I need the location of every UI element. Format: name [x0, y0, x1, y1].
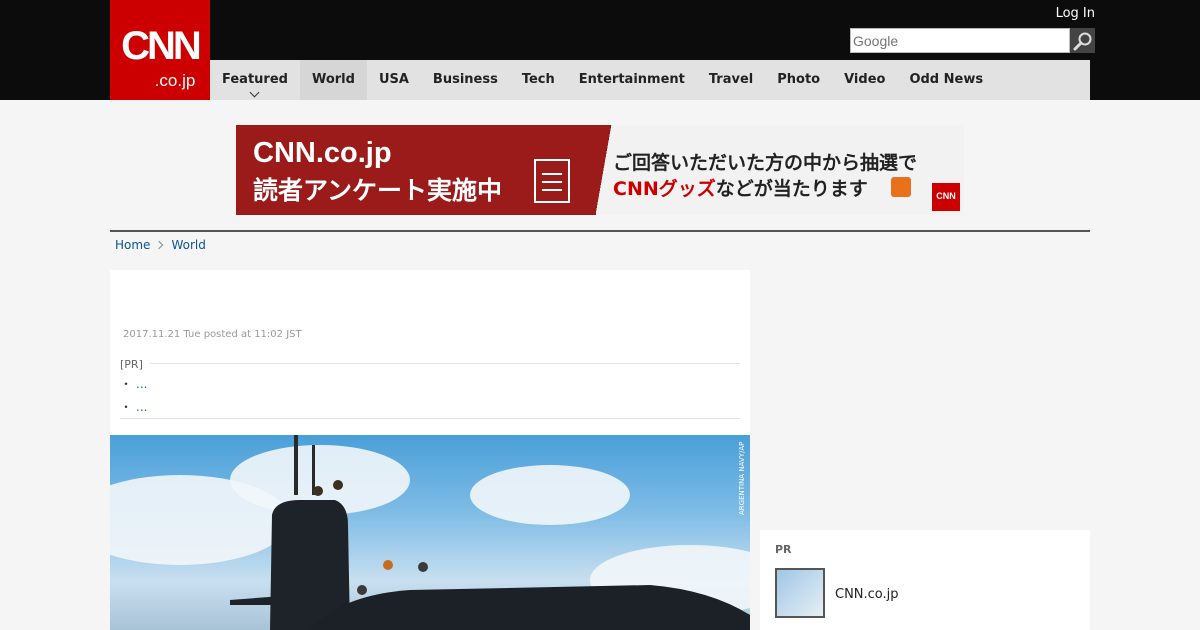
nav-item-label: Video [844, 72, 886, 87]
nav-item-usa[interactable]: USA [367, 60, 421, 100]
survey-ad-banner[interactable]: CNN.co.jp 読者アンケート実施中 ご回答いただいた方の中から抽選で CN… [236, 125, 964, 215]
sidebar-pr-box: PR CNN.co.jp [760, 530, 1090, 630]
banner-right-line2: CNNグッズなどが当たります [613, 174, 868, 201]
nav-item-label: Tech [521, 72, 555, 87]
bullet: ・ [120, 377, 133, 391]
banner-right-line1: ご回答いただいた方の中から抽選で [613, 152, 918, 174]
nav-item-world[interactable]: World [299, 60, 367, 100]
logo-sub-text: .co.jp [154, 71, 196, 90]
article-header-card: 2017.11.21 Tue posted at 11:02 JST [PR] … [110, 270, 750, 435]
gift-icon [891, 177, 911, 197]
pr-thumbnail-image[interactable] [775, 568, 825, 618]
nav-item-label: USA [378, 72, 409, 87]
bullet: ・ [120, 400, 133, 414]
search-button[interactable] [1070, 28, 1095, 53]
search-input[interactable] [850, 28, 1070, 53]
login-link[interactable]: Log In [1056, 6, 1095, 21]
section-divider [110, 230, 1090, 232]
pr-label: [PR] [120, 358, 143, 371]
sidebar-pr-label: PR [775, 543, 792, 556]
logo-main-text: CNN [121, 24, 202, 68]
nav-item-tech[interactable]: Tech [510, 60, 567, 100]
chevron-right-icon [155, 240, 164, 250]
nav-item-business[interactable]: Business [421, 60, 510, 100]
cnn-logo[interactable]: CNN .co.jp [110, 0, 210, 100]
nav-item-featured[interactable]: Featured [210, 60, 300, 100]
article-photo-submarine: ARGENTINA NAVY/AP [110, 435, 750, 630]
nav-item-entertainment[interactable]: Entertainment [567, 60, 697, 100]
pr-link-item: ・... [120, 375, 147, 392]
pr-link[interactable]: ... [136, 377, 147, 391]
breadcrumb-home[interactable]: Home [115, 238, 150, 252]
breadcrumb-current[interactable]: World [171, 238, 205, 252]
nav-item-label: Business [432, 72, 498, 87]
nav-item-label: World [311, 72, 355, 87]
nav-item-odd-news[interactable]: Odd News [897, 60, 995, 100]
nav-item-label: Entertainment [578, 72, 685, 87]
chevron-down-icon [249, 87, 260, 98]
nav-item-video[interactable]: Video [832, 60, 897, 100]
banner-left-panel: CNN.co.jp 読者アンケート実施中 [236, 125, 616, 215]
pr-link[interactable]: ... [136, 400, 147, 414]
sidebar-pr-link[interactable]: CNN.co.jp [835, 587, 899, 602]
card-divider [120, 418, 740, 419]
nav-item-travel[interactable]: Travel [697, 60, 765, 100]
pr-divider [150, 363, 740, 364]
nav-item-label: Featured [222, 72, 288, 87]
pr-link-item: ・... [120, 398, 147, 415]
posted-timestamp: 2017.11.21 Tue posted at 11:02 JST [123, 329, 302, 340]
document-pen-icon [534, 159, 570, 203]
nav-item-photo[interactable]: Photo [765, 60, 832, 100]
submarine-illustration [230, 435, 750, 630]
main-nav: Featured World USA Business Tech Enterta… [210, 60, 1090, 100]
photo-credit: ARGENTINA NAVY/AP [738, 441, 746, 515]
banner-right-rest: などが当たります [715, 178, 868, 200]
banner-highlight: CNNグッズ [613, 178, 716, 200]
top-bar: CNN .co.jp Log In Featured World USA Bus… [0, 0, 1200, 100]
cnn-mini-logo: CNN [932, 183, 960, 211]
nav-item-label: Travel [708, 72, 754, 87]
banner-title: CNN.co.jp [253, 137, 392, 169]
search-icon [1073, 32, 1091, 50]
breadcrumb: Home World [115, 238, 206, 252]
nav-item-label: Odd News [909, 72, 984, 87]
banner-subtitle: 読者アンケート実施中 [253, 176, 503, 205]
nav-item-label: Photo [777, 72, 821, 87]
